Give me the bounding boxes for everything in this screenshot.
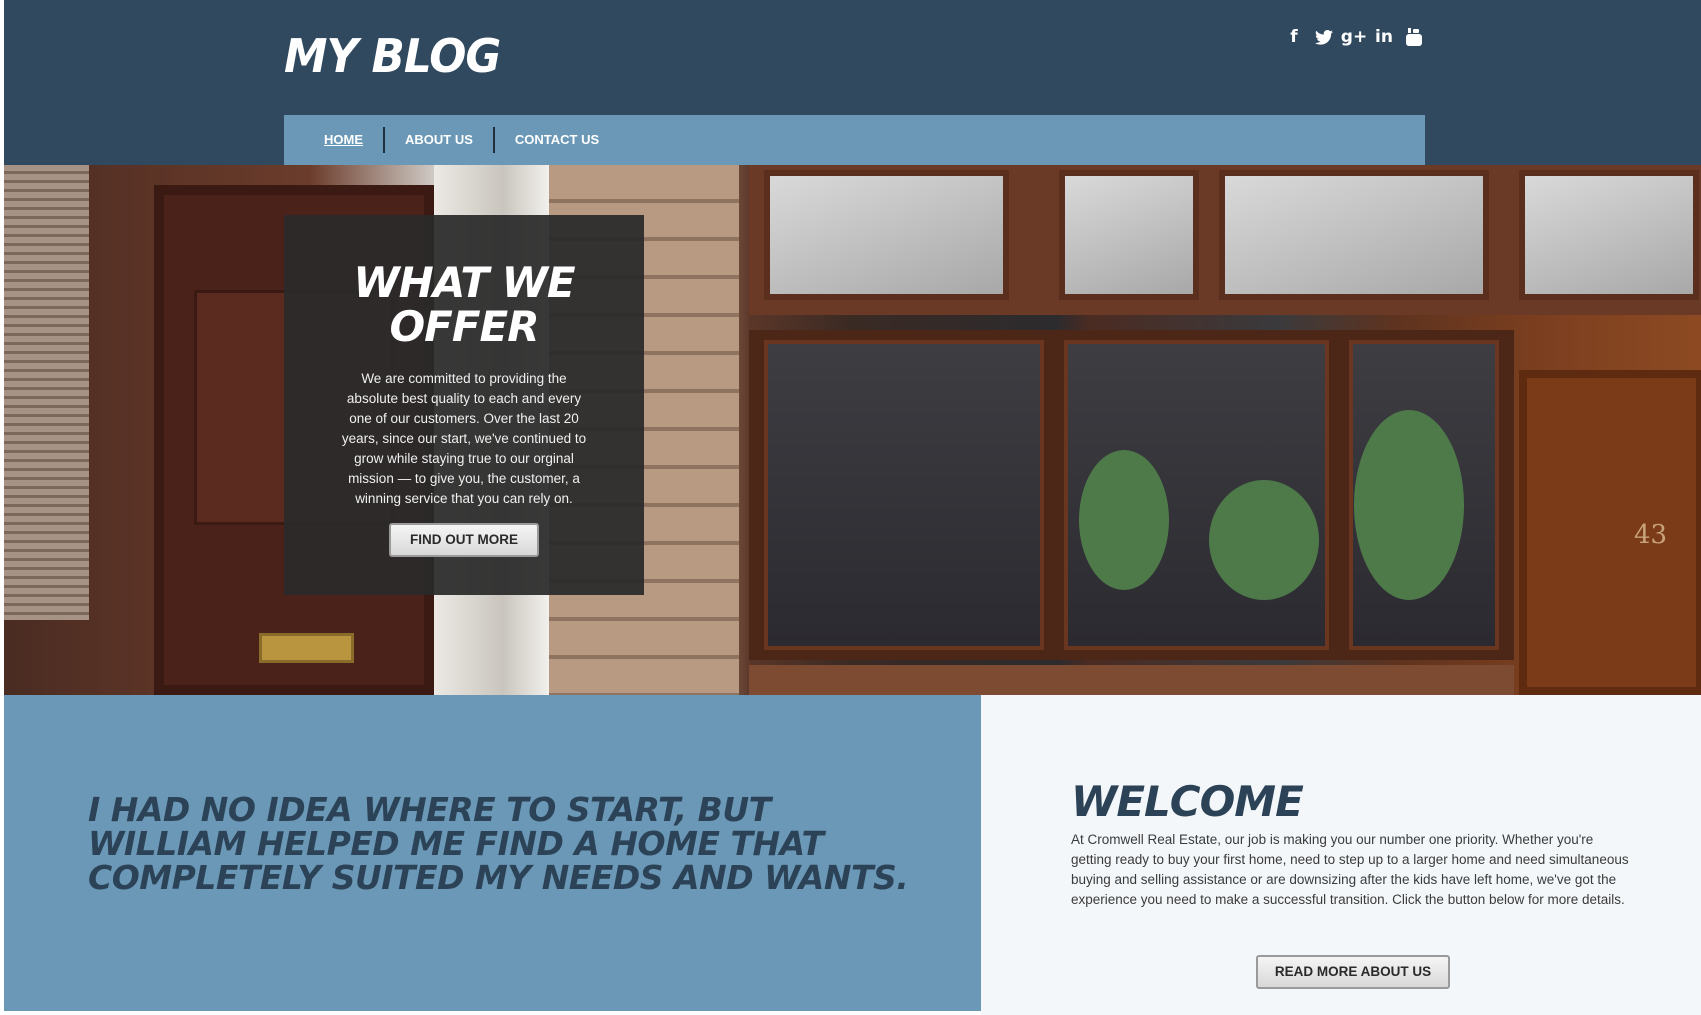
window-glass <box>764 340 1044 650</box>
window-pane <box>1219 170 1489 300</box>
linkedin-icon[interactable]: in <box>1374 26 1394 48</box>
hero-image-shop-window <box>749 330 1514 660</box>
window-pane <box>764 170 1009 300</box>
hero-image-blinds <box>4 165 89 620</box>
page: MY BLOG f g+ in HOME ABOUT US CONTACT US <box>4 0 1701 1015</box>
hero-image-letterbox <box>259 633 354 663</box>
nav-home[interactable]: HOME <box>304 127 383 153</box>
hero-image-window-sill <box>749 665 1514 695</box>
google-plus-icon[interactable]: g+ <box>1341 26 1367 48</box>
welcome-text: At Cromwell Real Estate, our job is maki… <box>1071 832 1629 907</box>
read-more-about-us-button[interactable]: READ MORE ABOUT US <box>1256 955 1450 989</box>
plant <box>1354 410 1464 600</box>
door-number: 43 <box>1634 520 1668 550</box>
window-pane <box>1059 170 1199 300</box>
social-links: f g+ in <box>1284 26 1424 48</box>
plant <box>1209 480 1319 600</box>
hero-image-upper-window <box>749 165 1701 315</box>
nav-contact-us[interactable]: CONTACT US <box>495 127 619 153</box>
twitter-icon[interactable] <box>1314 26 1334 48</box>
hero-section: 43 WHAT WE OFFER We are committed to pro… <box>4 165 1701 695</box>
site-logo[interactable]: MY BLOG <box>284 30 501 82</box>
offer-card: WHAT WE OFFER We are committed to provid… <box>284 215 644 595</box>
facebook-icon[interactable]: f <box>1284 26 1304 48</box>
testimonial-section: I HAD NO IDEA WHERE TO START, BUT WILLIA… <box>4 695 981 1011</box>
welcome-section: WELCOME At Cromwell Real Estate, our job… <box>981 695 1701 1015</box>
testimonial-quote: I HAD NO IDEA WHERE TO START, BUT WILLIA… <box>88 790 909 897</box>
site-header: MY BLOG f g+ in HOME ABOUT US CONTACT US <box>4 0 1701 165</box>
plant <box>1079 450 1169 590</box>
find-out-more-button[interactable]: FIND OUT MORE <box>389 523 539 557</box>
window-pane <box>1519 170 1699 300</box>
main-nav: HOME ABOUT US CONTACT US <box>284 115 1425 165</box>
youtube-icon[interactable] <box>1404 26 1424 48</box>
nav-about-us[interactable]: ABOUT US <box>385 127 493 153</box>
welcome-title: WELCOME <box>1071 777 1304 826</box>
offer-title: WHAT WE OFFER <box>353 258 575 351</box>
offer-text: We are committed to providing the absolu… <box>341 371 587 506</box>
hero-image-door-right <box>1519 370 1701 695</box>
